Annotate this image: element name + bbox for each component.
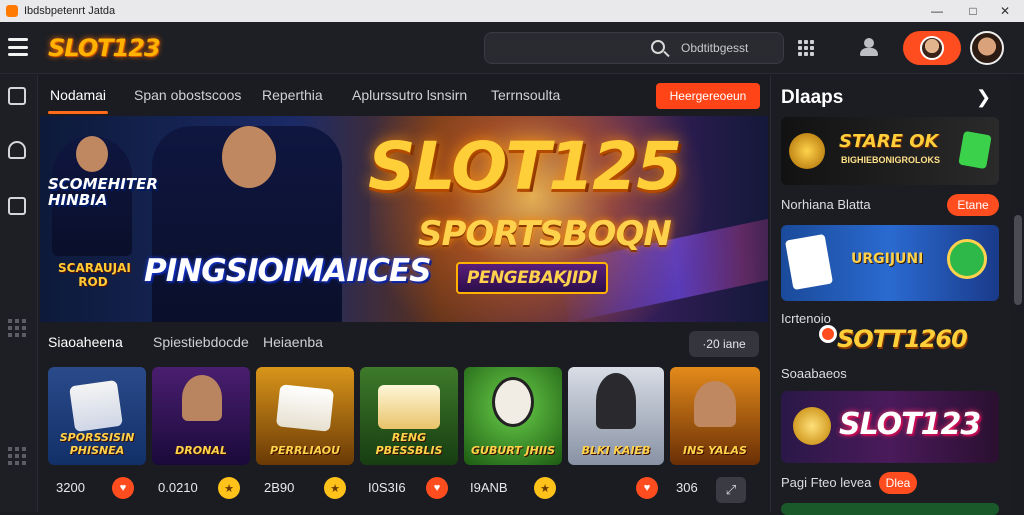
promo-banner-1-title: STARE OK xyxy=(839,131,939,152)
promo-banner-1-sub: BIGHIEBONIGROLOKS xyxy=(841,155,941,165)
games-section-header: Siaoaheena Spiestiebdocde Heiaenba ·20 i… xyxy=(40,328,768,360)
promo-banner-3-title: SLOT123 xyxy=(839,407,981,442)
item-pill[interactable]: Dlea xyxy=(879,472,917,494)
card-count: I0S3I6 xyxy=(368,480,406,495)
card-meta: 3200 ♥ xyxy=(56,472,146,506)
promo-banner-1[interactable]: STARE OK BIGHIEBONIGROLOKS xyxy=(781,117,999,185)
avatar xyxy=(920,36,944,60)
star-icon[interactable]: ★ xyxy=(218,477,240,499)
card-meta: 0.0210 ★ xyxy=(158,472,248,506)
tab-span-obostscoos[interactable]: Span obostscoos xyxy=(134,87,241,103)
item-label: Pagi Fteo levea xyxy=(781,475,872,490)
card-count: 0.0210 xyxy=(158,480,198,495)
promo-banner-2[interactable]: URGIJUNI xyxy=(781,225,999,301)
tab-nodamai[interactable]: Nodamai xyxy=(47,87,109,114)
heart-icon[interactable]: ♥ xyxy=(426,477,448,499)
hero-banner[interactable]: SCOMEHITER HINBIA SCARAUJAI ROD SLOT125 … xyxy=(40,116,768,322)
search-input[interactable]: Obdtitbgesst xyxy=(484,32,784,64)
tab-terrnsoulta[interactable]: Terrnsoulta xyxy=(491,87,560,103)
menu-icon[interactable] xyxy=(8,38,28,56)
jackpot-icon xyxy=(819,325,837,343)
item-label: Icrtenoio xyxy=(781,311,831,326)
game-card-title: BLKI KAIEB xyxy=(581,444,651,457)
tab-aplurssutro[interactable]: Aplurssutro lsnsirn xyxy=(352,87,467,103)
tab-reperthia[interactable]: Reperthia xyxy=(262,87,323,103)
brand-logo[interactable]: SLOT123 xyxy=(48,34,161,62)
hero-subtitle: SPORTSBOQN xyxy=(418,214,672,254)
close-icon[interactable]: ✕ xyxy=(986,0,1024,22)
game-card-title: RENG PBESSBLIS xyxy=(375,431,443,457)
register-button[interactable]: Heergereoeun xyxy=(656,83,760,109)
profile-button[interactable] xyxy=(903,31,961,65)
minimize-icon[interactable]: — xyxy=(918,0,956,22)
hero-player-main xyxy=(152,126,342,322)
app-logo-icon xyxy=(6,5,18,17)
hero-title: SLOT125 xyxy=(368,128,682,205)
hero-caption: PINGSIOIMAIICES xyxy=(144,253,432,289)
item-pill[interactable]: Etane xyxy=(947,194,999,216)
hero-small-logo: SCARAUJAI ROD xyxy=(58,261,131,289)
folder-icon[interactable] xyxy=(8,87,26,105)
card-meta: ♥ 306 xyxy=(636,472,706,506)
star-icon[interactable]: ★ xyxy=(534,477,556,499)
item-label: Soaabaeos xyxy=(781,366,847,381)
user-icon[interactable] xyxy=(860,38,878,56)
star-icon[interactable]: ★ xyxy=(324,477,346,499)
card-meta: ⤢ xyxy=(716,472,762,506)
card-meta: I0S3I6 ♥ xyxy=(368,472,458,506)
chat-icon[interactable] xyxy=(8,141,26,159)
window-title: Ibdsbpetenrt Jatda xyxy=(24,5,116,17)
scrollbar-thumb[interactable] xyxy=(1014,215,1022,305)
search-icon[interactable] xyxy=(651,40,665,54)
search-placeholder: Obdtitbgesst xyxy=(681,41,749,55)
promo-banner-4[interactable] xyxy=(781,503,999,515)
game-card-title: SPORSSISIN PHISNEA xyxy=(59,431,135,457)
game-card[interactable]: PERRLIAOU xyxy=(256,367,354,465)
game-card-title: INS YALAS xyxy=(683,444,747,457)
right-panel-title: Dlaaps xyxy=(781,87,844,108)
game-card-title: DRONAL xyxy=(175,444,227,457)
apps-grid-icon[interactable] xyxy=(798,40,814,56)
game-card[interactable]: INS YALAS xyxy=(670,367,760,465)
game-card[interactable]: GUBURT JHIIS xyxy=(464,367,562,465)
home-icon[interactable] xyxy=(8,197,26,215)
jackpot-value: SOTT1260 xyxy=(837,325,968,353)
promo-banner-3[interactable]: SLOT123 xyxy=(781,391,999,463)
scrollbar[interactable] xyxy=(1012,75,1024,512)
game-card-title: PERRLIAOU xyxy=(269,444,341,457)
section-tab-heiaenba[interactable]: Heiaenba xyxy=(263,334,323,350)
chevron-right-icon[interactable]: ❯ xyxy=(976,87,991,108)
card-meta: I9ANB ★ xyxy=(470,472,560,506)
hero-left-logo: SCOMEHITER HINBIA xyxy=(48,175,158,209)
app-header: SLOT123 Obdtitbgesst xyxy=(0,22,1024,74)
promo-banner-2-title: URGIJUNI xyxy=(851,251,924,267)
heart-icon[interactable]: ♥ xyxy=(112,477,134,499)
expand-icon[interactable]: ⤢ xyxy=(716,477,746,503)
game-card-title: GUBURT JHIIS xyxy=(471,444,555,457)
heart-icon[interactable]: ♥ xyxy=(636,477,658,499)
section-tab-spiestiebdocde[interactable]: Spiestiebdocde xyxy=(153,334,249,350)
section-tab-siaoaheena[interactable]: Siaoaheena xyxy=(48,334,123,350)
left-rail xyxy=(0,75,38,512)
hero-badge[interactable]: PENGEBAKJIDI xyxy=(456,262,608,294)
card-count: I9ANB xyxy=(470,480,508,495)
game-card[interactable]: BLKI KAIEB xyxy=(568,367,664,465)
card-count: 3200 xyxy=(56,480,85,495)
game-card[interactable]: DRONAL xyxy=(152,367,250,465)
avatar-secondary[interactable] xyxy=(970,31,1004,65)
item-label: Norhiana Blatta xyxy=(781,197,871,212)
card-count: 2B90 xyxy=(264,480,295,495)
card-meta: 2B90 ★ xyxy=(264,472,354,506)
game-card[interactable]: SPORSSISIN PHISNEA xyxy=(48,367,146,465)
game-cards: SPORSSISIN PHISNEA DRONAL PERRLIAOU RENG… xyxy=(48,367,760,465)
card-count: 306 xyxy=(676,480,698,495)
right-panel: Dlaaps ❯ STARE OK BIGHIEBONIGROLOKS Norh… xyxy=(770,75,1010,515)
window-titlebar: Ibdsbpetenrt Jatda — □ ✕ xyxy=(0,0,1024,22)
grid-dots-icon[interactable] xyxy=(8,319,26,337)
more-dots-icon[interactable] xyxy=(8,447,26,465)
see-all-button[interactable]: ·20 iane xyxy=(689,331,759,357)
game-card[interactable]: RENG PBESSBLIS xyxy=(360,367,458,465)
